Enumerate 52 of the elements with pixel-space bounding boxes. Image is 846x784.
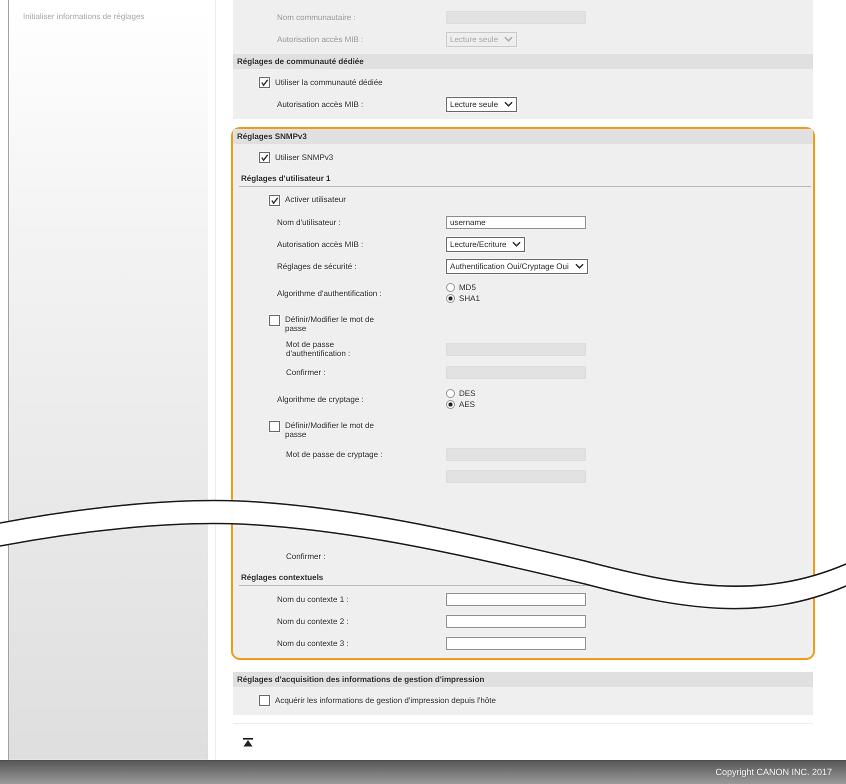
dropdown[interactable]: Authentification Oui/Cryptage Oui [446,258,588,274]
text-field[interactable] [446,636,586,650]
dropdown[interactable]: Lecture seule [446,96,518,112]
field-label: Algorithme de cryptage : [277,394,364,404]
radio-button[interactable] [446,389,455,398]
copyright-text: Copyright CANON INC. 2017 [715,767,832,777]
checkbox[interactable] [259,152,270,162]
caret-icon [504,101,514,107]
section-heading: Réglages d'acquisition des informations de gestion d'impression [233,672,813,687]
field-label: Nom d'utilisateur : [277,218,341,226]
field-label: Nom du contexte 2 : [277,616,349,626]
field-label: Nom communautaire : [277,12,356,22]
field-label: Algorithme d'authentification : [277,288,382,298]
checkbox-label: Activer utilisateur [285,195,346,204]
caret-icon [512,241,522,247]
text-field[interactable] [446,614,586,628]
section-heading: Réglages de communauté dédiée [233,54,813,69]
checkbox[interactable] [259,76,270,88]
checkbox[interactable] [269,421,280,432]
radio-button[interactable] [446,283,455,292]
field-label: Autorisation accès MIB : [277,240,364,248]
checkbox-label: Acquérir les informations de gestion d'impression depuis l'hôte [275,696,496,704]
field-label: Confirmer : [286,366,326,378]
field-label: Confirmer : [286,550,326,562]
radio-button[interactable] [446,400,455,409]
field-label: Nom du contexte 3 : [277,638,349,648]
caret-icon [504,36,514,42]
radio-label: DES [459,388,476,399]
checkbox-label: Utiliser SNMPv3 [275,152,334,162]
field-label: Autorisation accès MIB : [277,100,364,108]
radio-label: SHA1 [459,293,480,304]
field-label: Mot de passe de cryptage : [286,448,382,461]
text-field[interactable]: username [446,216,586,228]
radio-button[interactable] [446,294,455,303]
checkbox-label: Définir/Modifier le mot de passe [285,315,375,333]
subsection-heading: Réglages d'utilisateur 1 [239,171,811,187]
caret-icon [574,263,584,269]
back-to-top-icon[interactable] [243,738,253,747]
field-label: Mot de passe d'authentification : [286,339,352,360]
radio-label: MD5 [459,282,476,293]
section-heading: Réglages SNMPv3 [233,129,813,144]
dropdown[interactable]: Lecture/Ecriture [446,236,526,252]
text-field[interactable] [446,592,586,606]
field-label: Nom du contexte 1 : [277,594,349,604]
checkbox-label: Utiliser la communauté dédiée [275,78,383,86]
checkbox[interactable] [259,694,270,706]
checkbox-label: Définir/Modifier le mot de passe [285,421,375,439]
field-label: Autorisation accès MIB : [277,34,364,44]
checkbox[interactable] [269,195,280,206]
radio-label: AES [459,399,476,410]
checkbox[interactable] [269,315,280,326]
field-label: Réglages de sécurité : [277,262,357,270]
